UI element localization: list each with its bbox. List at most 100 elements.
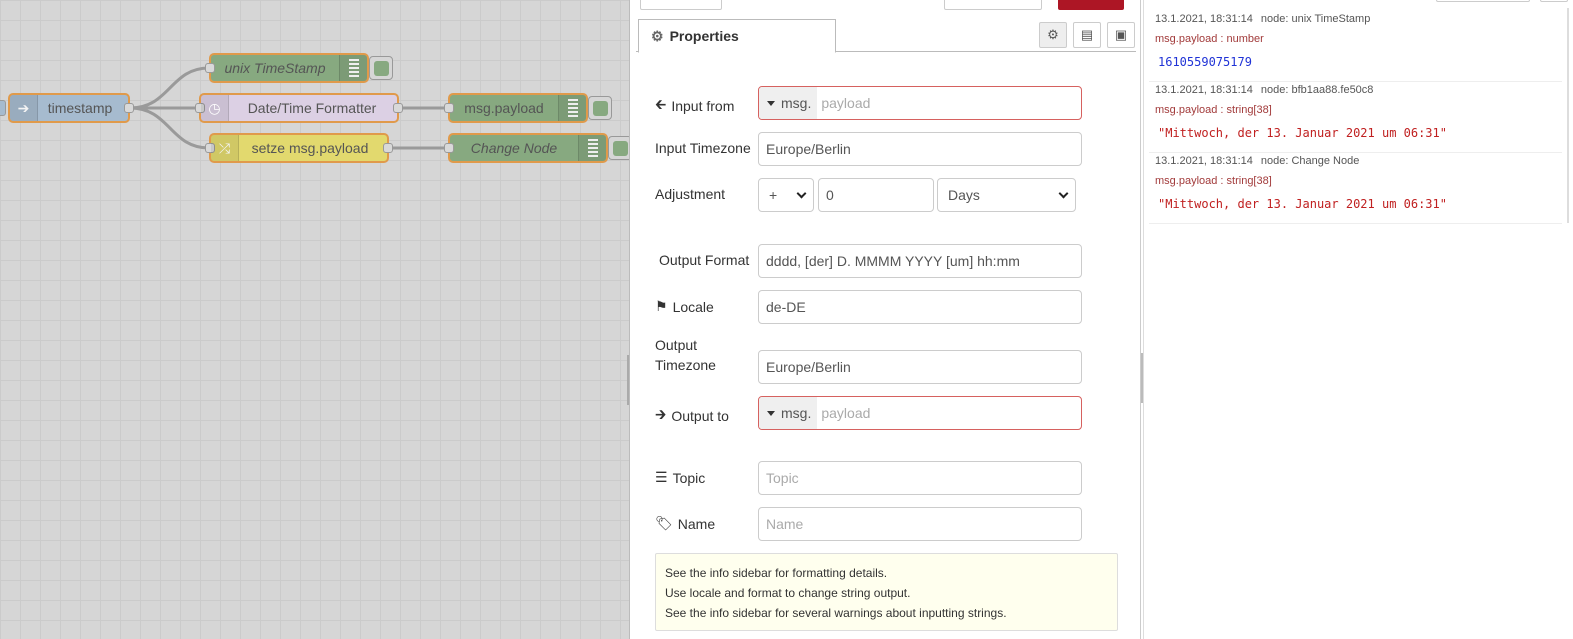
output-timezone-field[interactable]: Europe/Berlin: [758, 350, 1082, 384]
flow-workspace[interactable]: ➔ timestamp unix TimeStamp ◷ Date/Time F…: [0, 0, 629, 639]
type-selector[interactable]: msg.: [759, 87, 818, 119]
wire-timestamp-setze: [129, 106, 210, 150]
debug-clear-button[interactable]: [1540, 0, 1568, 2]
debug-filter-button[interactable]: [1436, 0, 1530, 2]
topic-field[interactable]: Topic: [758, 461, 1082, 495]
caret-down-icon: [767, 100, 775, 106]
debug-message[interactable]: 13.1.2021, 18:31:14 node: Change Node msg…: [1149, 154, 1562, 224]
output-format-label: Output Format: [659, 252, 750, 268]
document-icon: ▤: [1080, 27, 1094, 42]
node-label: Date/Time Formatter: [247, 100, 377, 116]
adjustment-label: Adjustment: [655, 186, 726, 202]
debug-message-property: msg.payload : string[38]: [1155, 104, 1272, 116]
output-to-label: 🡲 Output to: [655, 404, 729, 428]
adjustment-unit-select[interactable]: Days: [937, 178, 1076, 212]
node-setze-msg-payload[interactable]: ⤮ setze msg.payload: [205, 133, 393, 163]
output-to-field[interactable]: msg. payload: [758, 396, 1082, 430]
input-from-value: payload: [821, 95, 871, 111]
input-timezone-field[interactable]: Europe/Berlin: [758, 132, 1082, 166]
done-button[interactable]: [1058, 0, 1124, 10]
input-timezone-label: Input Timezone: [655, 140, 751, 156]
node-label: msg.payload: [464, 100, 544, 116]
node-label: timestamp: [47, 100, 113, 116]
node-timestamp[interactable]: ➔ timestamp: [8, 93, 134, 123]
list-icon: ☰: [655, 469, 668, 485]
input-port[interactable]: [444, 103, 454, 113]
debug-message[interactable]: 13.1.2021, 18:31:14 node: bfb1aa88.fe50c8…: [1149, 83, 1562, 153]
debug-lines-icon: [558, 95, 586, 121]
input-from-label: 🡰 Input from: [655, 94, 734, 118]
debug-message-property: msg.payload : string[38]: [1155, 175, 1272, 187]
inject-button[interactable]: [0, 100, 6, 116]
output-port[interactable]: [124, 103, 134, 113]
output-timezone-label: Output Timezone: [655, 337, 716, 373]
tip-line: See the info sidebar for formatting deta…: [665, 566, 888, 580]
debug-message-property: msg.payload : number: [1155, 33, 1264, 45]
debug-toggle-button[interactable]: [369, 56, 393, 80]
debug-message-value[interactable]: 1610559075179: [1155, 55, 1556, 69]
debug-message-meta: 13.1.2021, 18:31:14 node: bfb1aa88.fe50c8: [1155, 84, 1374, 96]
output-format-field[interactable]: dddd, [der] D. MMMM YYYY [um] hh:mm: [758, 244, 1082, 278]
node-datetime-formatter[interactable]: ◷ Date/Time Formatter: [195, 93, 403, 123]
tag-icon: 🏷: [655, 515, 673, 531]
chevron-down-icon: [796, 188, 807, 198]
output-port[interactable]: [393, 103, 403, 113]
node-unix-timestamp[interactable]: unix TimeStamp: [205, 53, 369, 83]
frame-icon: ▣: [1114, 27, 1128, 42]
caret-down-icon: [767, 410, 775, 416]
node-editor-tray: ⚙ Properties ⚙ ▤ ▣ 🡰 Input from msg. pay…: [627, 0, 1143, 639]
topic-placeholder: Topic: [766, 470, 799, 486]
chevron-down-icon: [1058, 188, 1069, 198]
wire-timestamp-unix: [129, 66, 210, 110]
settings-tab-button[interactable]: ⚙: [1039, 22, 1067, 48]
input-port[interactable]: [444, 143, 454, 153]
node-msg-payload[interactable]: msg.payload: [444, 93, 588, 123]
delete-button[interactable]: [944, 0, 1042, 10]
node-label: unix TimeStamp: [224, 60, 326, 76]
name-label: 🏷 Name: [655, 515, 716, 532]
editor-tab-bar: ⚙ Properties ⚙ ▤ ▣: [636, 19, 1136, 53]
type-selector[interactable]: msg.: [759, 397, 818, 429]
inject-arrow-icon: ➔: [10, 95, 38, 121]
tip-line: Use locale and format to change string o…: [665, 586, 911, 600]
adjustment-amount-field[interactable]: 0: [818, 178, 934, 212]
shuffle-icon: ⤮: [211, 135, 239, 161]
description-tab-button[interactable]: ▤: [1073, 22, 1101, 48]
debug-toggle-button[interactable]: [588, 96, 612, 120]
cancel-button[interactable]: [640, 0, 722, 10]
appearance-tab-button[interactable]: ▣: [1107, 22, 1135, 48]
debug-toggle-button[interactable]: [608, 136, 629, 160]
debug-scrollbar[interactable]: [1567, 8, 1569, 223]
debug-sidebar: 13.1.2021, 18:31:14 node: unix TimeStamp …: [1143, 0, 1573, 639]
output-to-value: payload: [821, 405, 871, 421]
clock-icon: ◷: [201, 95, 229, 121]
resize-handle-left[interactable]: [627, 355, 632, 405]
tab-label: Properties: [669, 28, 739, 44]
input-from-field[interactable]: msg. payload: [758, 86, 1082, 120]
tip-line: See the info sidebar for several warning…: [665, 606, 1007, 620]
debug-message-value[interactable]: "Mittwoch, der 13. Januar 2021 um 06:31": [1155, 126, 1556, 140]
node-change-node[interactable]: Change Node: [444, 133, 608, 163]
debug-message-meta: 13.1.2021, 18:31:14 node: unix TimeStamp: [1155, 13, 1371, 25]
node-label: setze msg.payload: [251, 140, 369, 156]
gear-icon: ⚙: [651, 27, 664, 44]
adjustment-operator-select[interactable]: +: [758, 178, 814, 212]
topic-label: ☰ Topic: [655, 469, 706, 486]
debug-lines-icon: [578, 135, 606, 161]
input-port[interactable]: [205, 63, 215, 73]
locale-field[interactable]: de-DE: [758, 290, 1082, 324]
tab-properties[interactable]: ⚙ Properties: [638, 19, 836, 53]
debug-message[interactable]: 13.1.2021, 18:31:14 node: unix TimeStamp …: [1149, 12, 1562, 82]
output-port[interactable]: [383, 143, 393, 153]
flag-icon: ⚑: [655, 298, 668, 314]
name-placeholder: Name: [766, 516, 804, 532]
debug-message-meta: 13.1.2021, 18:31:14 node: Change Node: [1155, 155, 1360, 167]
arrow-left-icon: 🡰: [655, 96, 667, 112]
name-field[interactable]: Name: [758, 507, 1082, 541]
arrow-right-icon: 🡲: [655, 406, 667, 422]
node-label: Change Node: [470, 140, 558, 156]
form-tips: See the info sidebar for formatting deta…: [655, 553, 1118, 631]
gear-icon: ⚙: [1047, 27, 1059, 42]
locale-label: ⚑ Locale: [655, 298, 714, 315]
debug-message-value[interactable]: "Mittwoch, der 13. Januar 2021 um 06:31": [1155, 197, 1556, 211]
